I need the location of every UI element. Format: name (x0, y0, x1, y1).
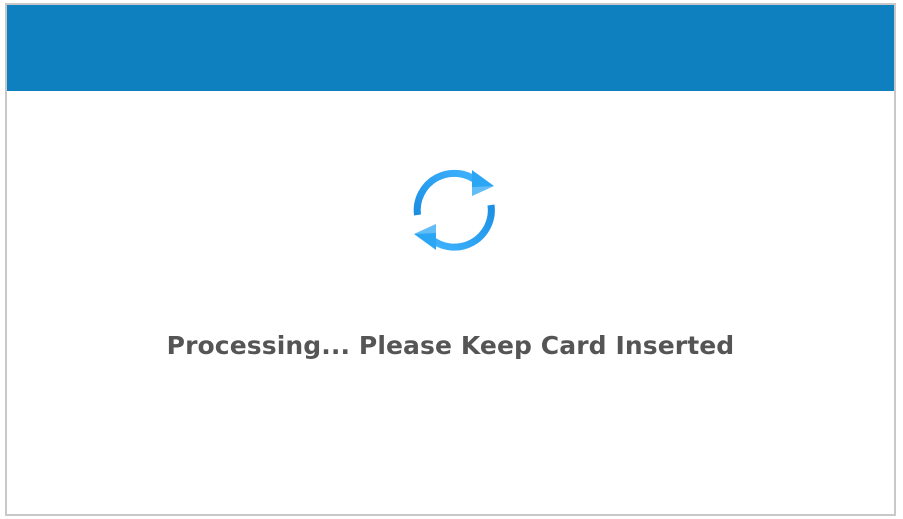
processing-spinner (404, 160, 504, 260)
header-bar (7, 5, 894, 91)
processing-dialog: Processing... Please Keep Card Inserted (5, 3, 896, 516)
processing-message: Processing... Please Keep Card Inserted (166, 331, 735, 360)
refresh-arrows-icon (413, 169, 495, 251)
